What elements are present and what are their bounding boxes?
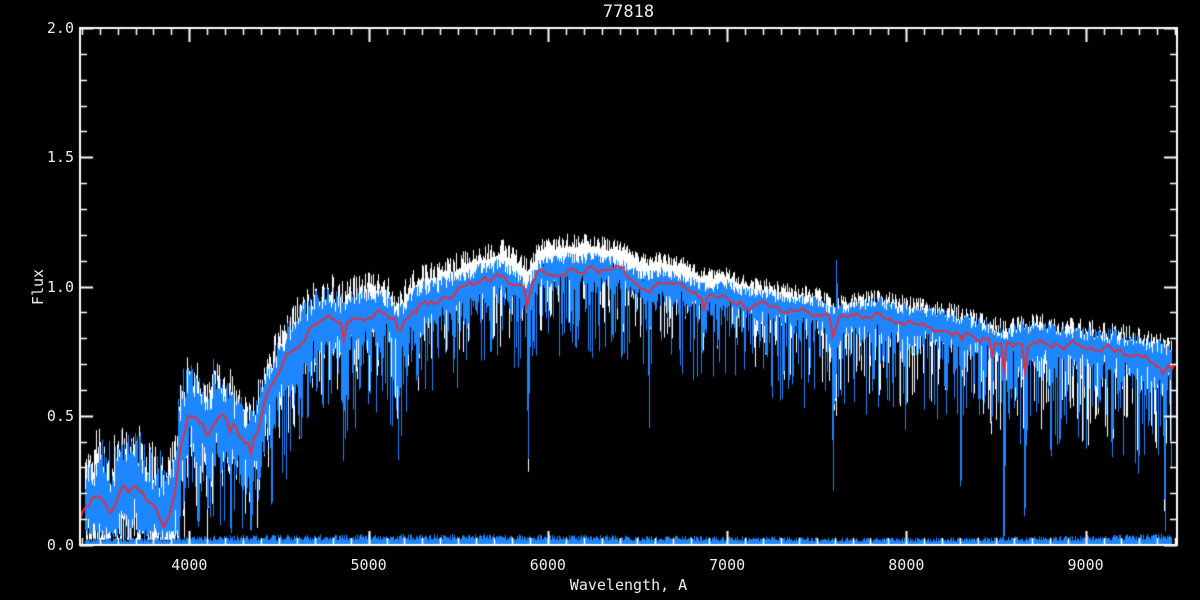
y-tick-label: 2.0 — [46, 19, 74, 37]
y-tick-label: 0.0 — [46, 536, 74, 554]
y-tick-label: 1.5 — [46, 148, 74, 167]
y-tick-label: 1.0 — [46, 277, 74, 296]
x-tick-label: 9000 — [1067, 556, 1104, 574]
spectrum-plot-canvas — [0, 0, 1200, 600]
x-tick-label: 4000 — [171, 556, 208, 574]
plot-title: 77818 — [602, 2, 655, 22]
x-tick-label: 6000 — [529, 556, 566, 574]
spectrum-figure: 77818 Flux Wavelength, A 4000 5000 6000 700… — [0, 0, 1200, 600]
x-tick-label: 8000 — [888, 556, 925, 574]
x-tick-label: 5000 — [350, 556, 387, 574]
x-tick-label: 7000 — [709, 556, 746, 574]
x-axis-title: Wavelength, A — [569, 576, 688, 594]
y-tick-label: 0.5 — [46, 406, 74, 425]
